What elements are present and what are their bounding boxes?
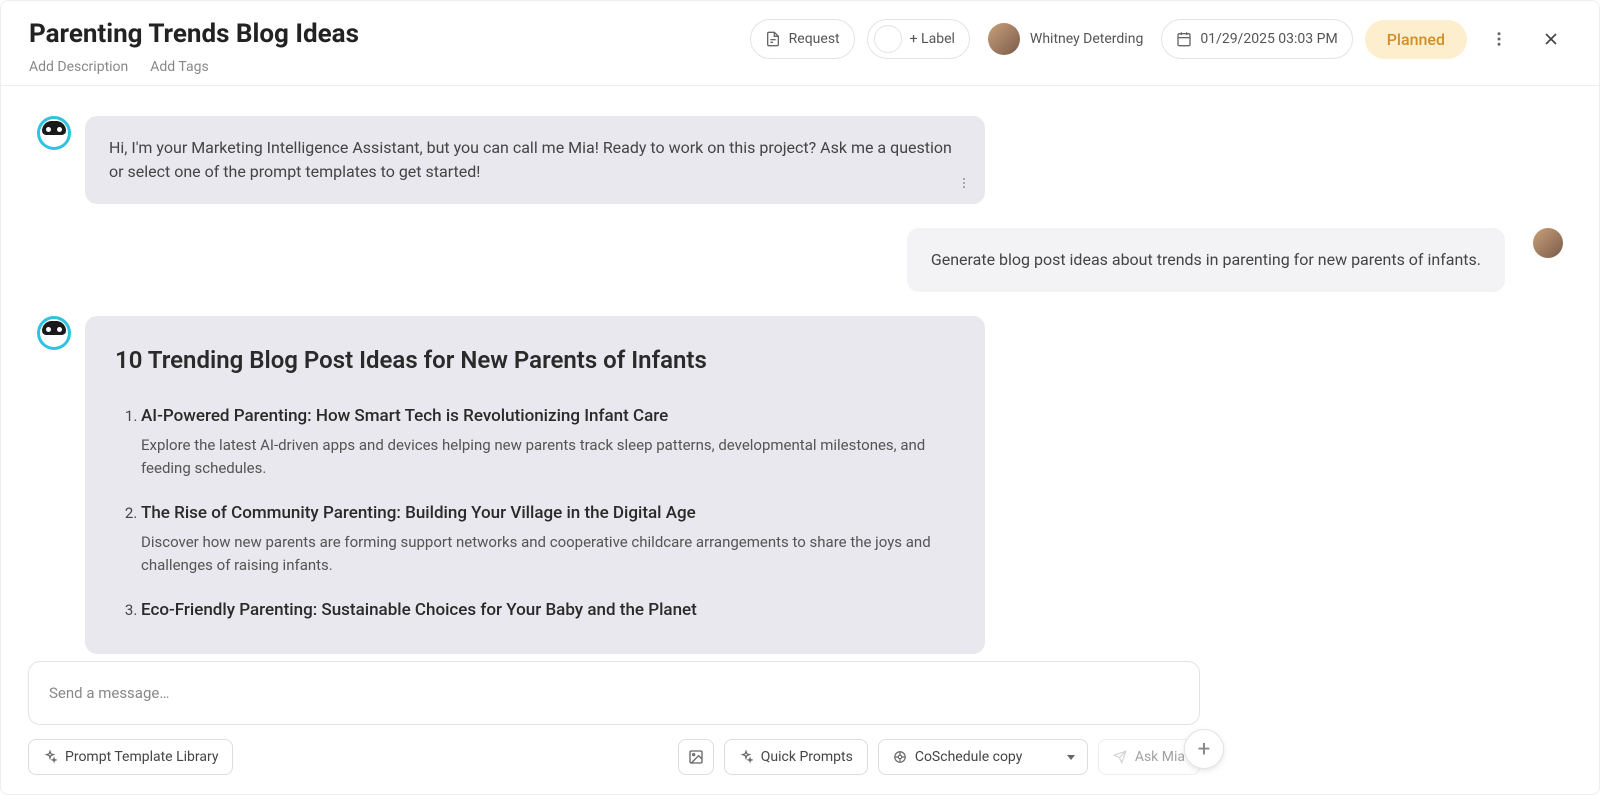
vertical-dots-icon: [1490, 30, 1508, 48]
item-title: The Rise of Community Parenting: Buildin…: [141, 503, 955, 523]
user-message-row: Generate blog post ideas about trends in…: [37, 228, 1563, 292]
page-title: Parenting Trends Blog Ideas: [29, 19, 359, 49]
send-icon: [1113, 750, 1127, 764]
bot-greeting-text: Hi, I'm your Marketing Intelligence Assi…: [109, 138, 952, 181]
document-icon: [765, 31, 781, 47]
avatar-icon: [988, 23, 1020, 55]
bot-avatar-icon: [37, 316, 71, 350]
bot-avatar-icon: [37, 116, 71, 150]
quick-prompts-label: Quick Prompts: [761, 749, 853, 765]
workspace-icon: [893, 750, 907, 764]
quick-prompts-button[interactable]: Quick Prompts: [724, 739, 868, 775]
bot-greeting-bubble: Hi, I'm your Marketing Intelligence Assi…: [85, 116, 985, 204]
request-button[interactable]: Request: [750, 19, 855, 59]
bot-message-row: Hi, I'm your Marketing Intelligence Assi…: [37, 116, 1563, 204]
item-title: Eco-Friendly Parenting: Sustainable Choi…: [141, 600, 955, 620]
more-menu-button[interactable]: [1479, 19, 1519, 59]
close-button[interactable]: [1531, 19, 1571, 59]
response-list: AI-Powered Parenting: How Smart Tech is …: [115, 406, 955, 620]
plus-icon: +: [1198, 737, 1210, 762]
sparkle-icon: [43, 750, 57, 764]
response-heading: 10 Trending Blog Post Ideas for New Pare…: [115, 346, 955, 374]
ask-label: Ask Mia: [1135, 749, 1185, 765]
sparkle-icon: [739, 750, 753, 764]
user-message-bubble: Generate blog post ideas about trends in…: [907, 228, 1505, 292]
item-desc: Discover how new parents are forming sup…: [141, 531, 955, 576]
message-input[interactable]: Send a message…: [28, 661, 1200, 725]
label-text: + Label: [910, 31, 955, 47]
prompt-library-button[interactable]: Prompt Template Library: [28, 739, 233, 775]
item-title: AI-Powered Parenting: How Smart Tech is …: [141, 406, 955, 426]
prompt-library-label: Prompt Template Library: [65, 749, 218, 765]
workspace-select[interactable]: CoSchedule copy: [878, 739, 1088, 775]
status-pill[interactable]: Planned: [1365, 20, 1467, 59]
list-item: Eco-Friendly Parenting: Sustainable Choi…: [141, 600, 955, 620]
image-icon: [688, 749, 704, 765]
bot-response-bubble: 10 Trending Blog Post Ideas for New Pare…: [85, 316, 985, 654]
owner-name: Whitney Deterding: [1030, 31, 1143, 47]
image-button[interactable]: [678, 739, 714, 775]
label-circle-icon: [874, 25, 902, 53]
item-desc: Explore the latest AI-driven apps and de…: [141, 434, 955, 479]
add-tags-link[interactable]: Add Tags: [150, 59, 208, 75]
calendar-icon: [1176, 31, 1192, 47]
message-menu-button[interactable]: [957, 176, 971, 190]
list-item: The Rise of Community Parenting: Buildin…: [141, 503, 955, 576]
owner-chip[interactable]: Whitney Deterding: [982, 19, 1149, 59]
user-message-text: Generate blog post ideas about trends in…: [931, 250, 1481, 269]
add-fab-button[interactable]: +: [1184, 729, 1224, 769]
request-label: Request: [789, 31, 840, 47]
bot-response-row: 10 Trending Blog Post Ideas for New Pare…: [37, 316, 1563, 654]
list-item: AI-Powered Parenting: How Smart Tech is …: [141, 406, 955, 479]
add-label-button[interactable]: + Label: [867, 19, 970, 59]
user-avatar-icon: [1533, 228, 1563, 258]
composer: Send a message… Prompt Template Library: [28, 661, 1200, 775]
workspace-label: CoSchedule copy: [915, 749, 1023, 765]
datetime-button[interactable]: 01/29/2025 03:03 PM: [1161, 19, 1352, 59]
close-icon: [1541, 29, 1561, 49]
header: Parenting Trends Blog Ideas Add Descript…: [1, 1, 1599, 86]
add-description-link[interactable]: Add Description: [29, 59, 128, 75]
datetime-text: 01/29/2025 03:03 PM: [1200, 31, 1337, 47]
